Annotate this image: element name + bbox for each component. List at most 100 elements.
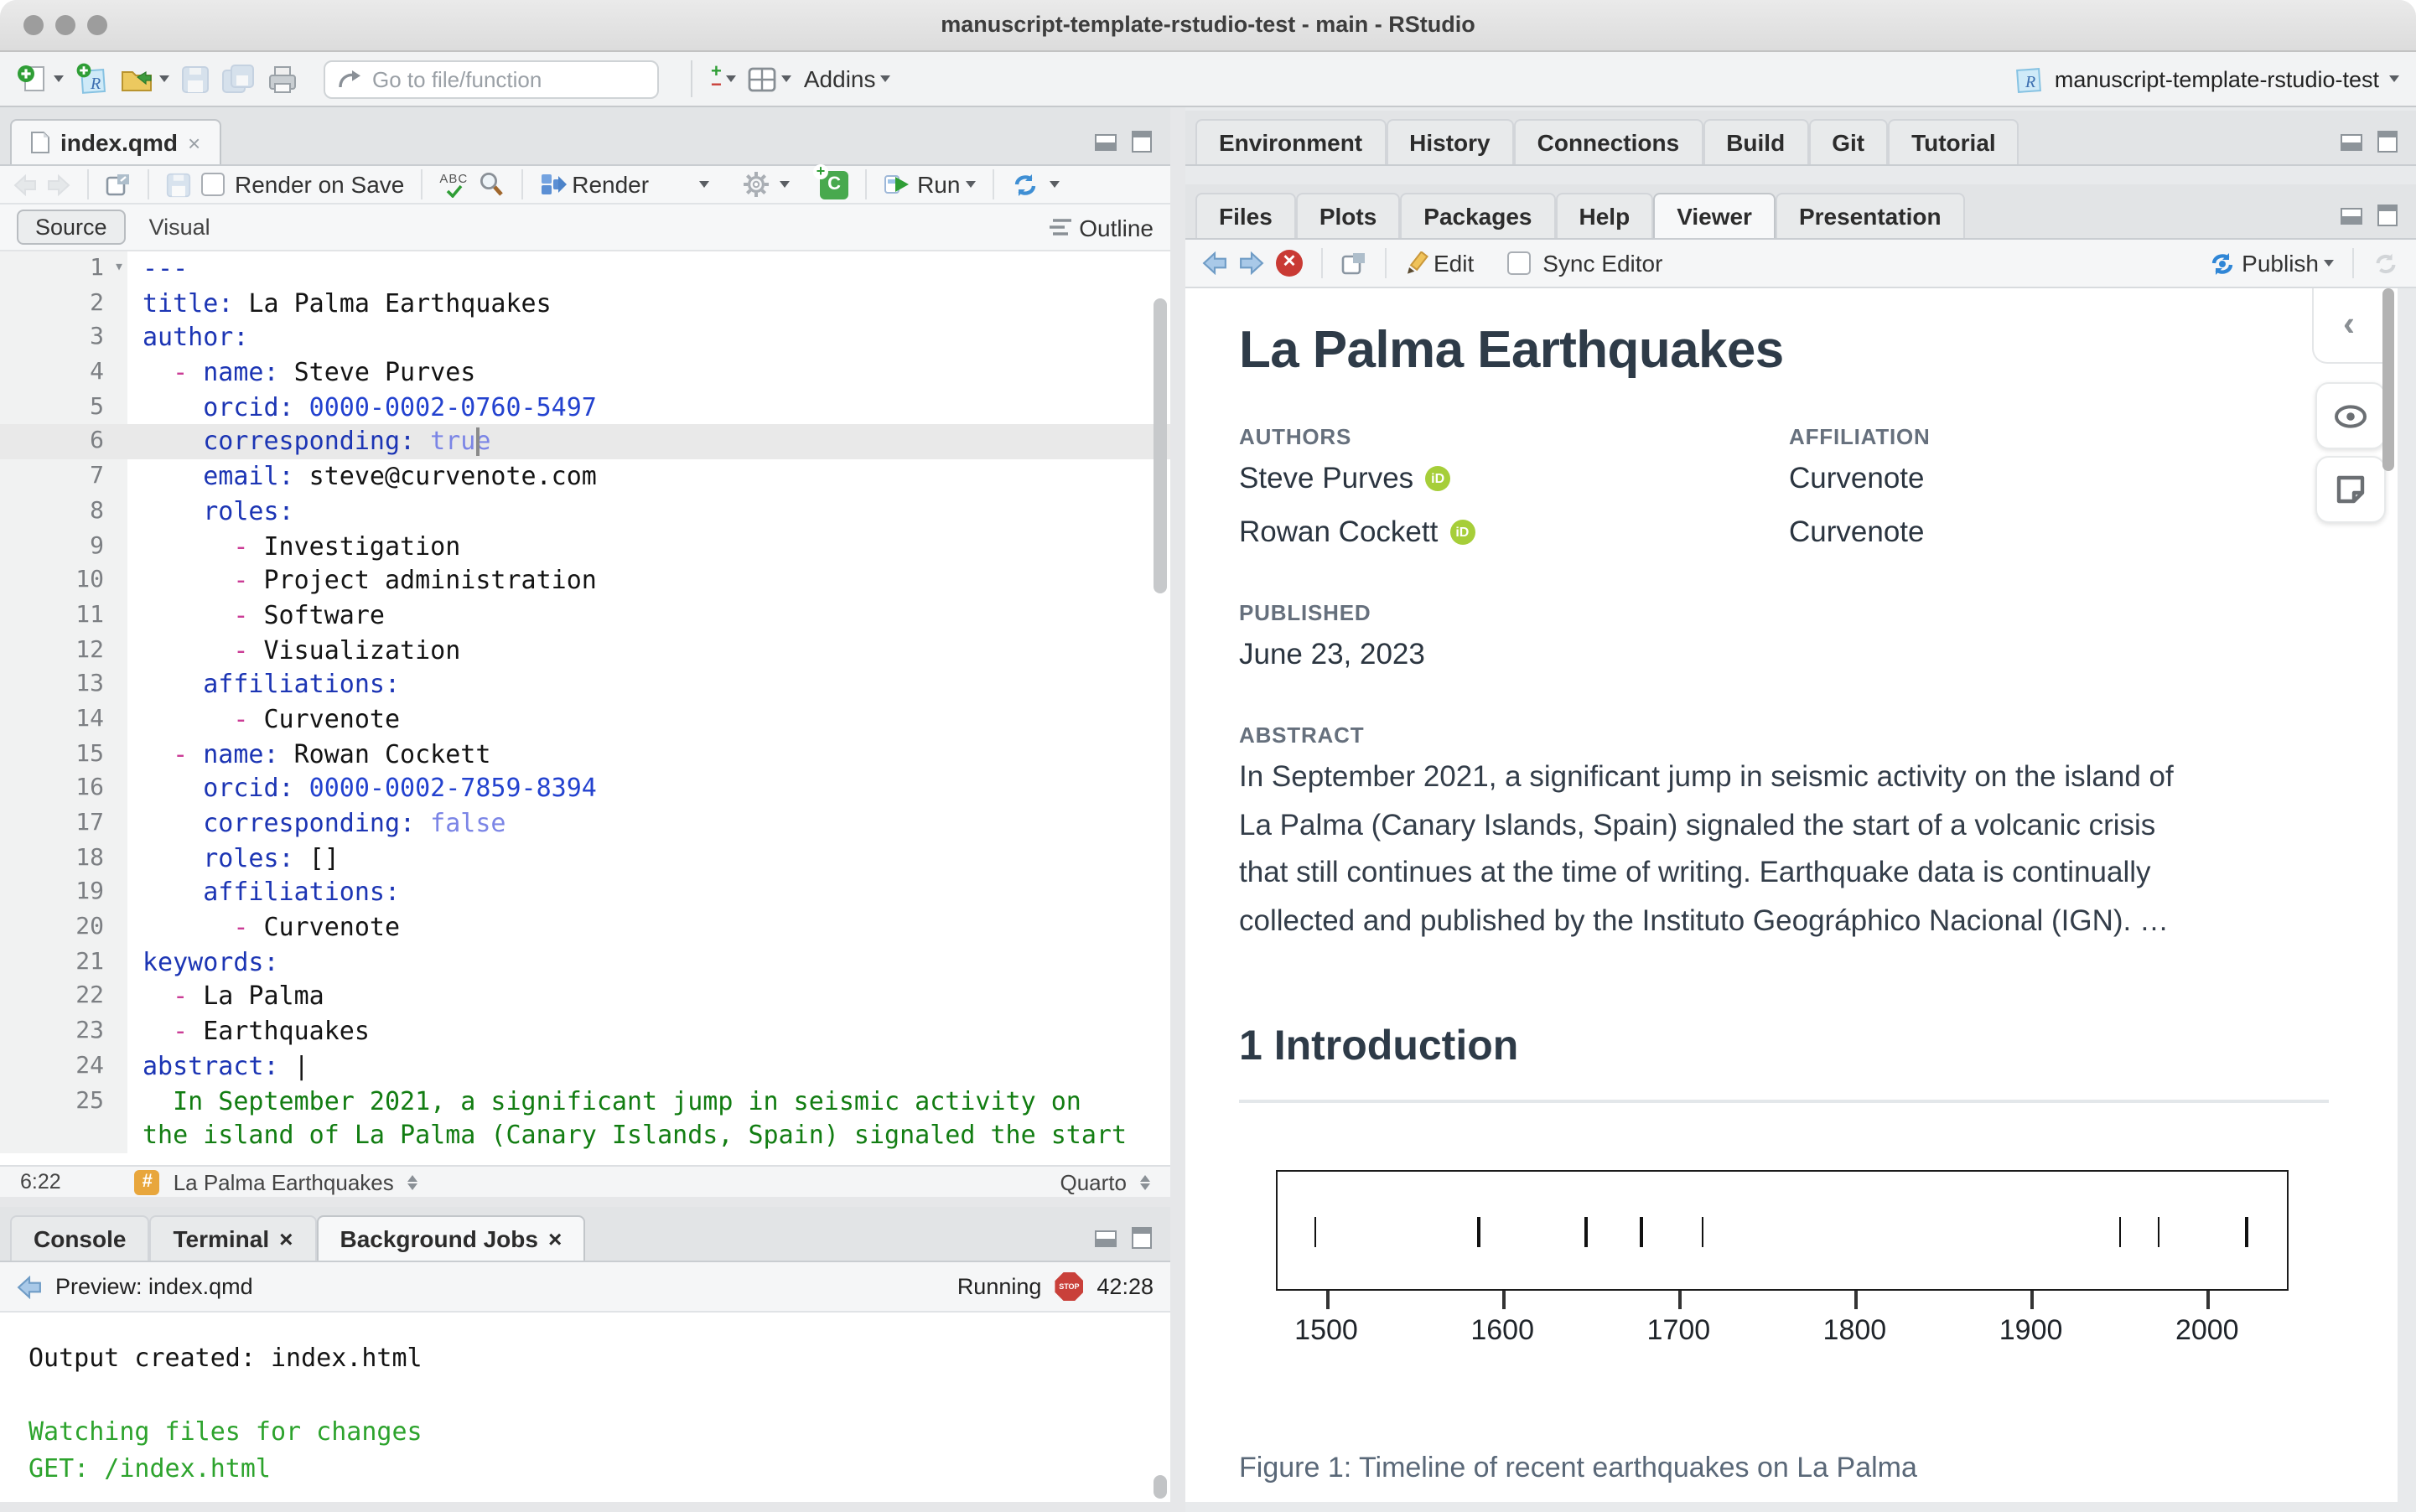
tab-history[interactable]: History xyxy=(1386,119,1514,164)
code-line[interactable]: 9 - Investigation xyxy=(0,529,1170,564)
code-line[interactable]: 25 In September 2021, a significant jump… xyxy=(0,1084,1170,1119)
tab-background-jobs[interactable]: Background Jobs × xyxy=(316,1215,586,1261)
tab-git[interactable]: Git xyxy=(1808,119,1889,164)
code-line[interactable]: 1 ▾ --- xyxy=(0,251,1170,287)
close-tab-icon[interactable]: × xyxy=(548,1225,562,1252)
editor-scrollbar[interactable] xyxy=(1154,298,1167,593)
clear-viewer-button[interactable]: ✕ xyxy=(1276,250,1303,277)
fold-toggle-icon[interactable]: ▾ xyxy=(114,251,124,286)
code-line[interactable]: 20 - Curvenote xyxy=(0,910,1170,945)
insert-chunk-button[interactable]: C + xyxy=(813,163,849,199)
minimize-pane-icon[interactable] xyxy=(1095,133,1117,150)
code-line[interactable]: 2 title: La Palma Earthquakes xyxy=(0,286,1170,321)
viewer-scrollbar[interactable] xyxy=(2382,288,2394,471)
workspace-panes-button[interactable] xyxy=(749,66,792,91)
addins-button[interactable]: Addins xyxy=(804,65,891,92)
project-selector[interactable]: R manuscript-template-rstudio-test xyxy=(2016,65,2399,93)
code-line[interactable]: 11 - Software xyxy=(0,598,1170,634)
tab-terminal[interactable]: Terminal × xyxy=(149,1215,317,1261)
code-line[interactable]: the island of La Palma (Canary Islands, … xyxy=(0,1118,1170,1153)
maximize-pane-icon[interactable] xyxy=(1132,131,1152,153)
back-icon[interactable] xyxy=(13,173,37,195)
edit-button[interactable]: Edit xyxy=(1405,250,1474,277)
code-line[interactable]: 6 corresponding: true xyxy=(0,424,1170,460)
code-line[interactable]: 4 - name: Steve Purves xyxy=(0,355,1170,391)
render-options-caret-icon[interactable] xyxy=(699,181,710,188)
visual-mode-button[interactable]: Visual xyxy=(149,215,210,240)
forward-icon[interactable] xyxy=(47,173,70,195)
collapse-panel-button[interactable]: ‹ xyxy=(2312,288,2384,364)
popout-icon[interactable] xyxy=(106,173,131,196)
tab-build[interactable]: Build xyxy=(1703,119,1809,164)
gear-icon[interactable] xyxy=(743,171,770,198)
popout-icon[interactable] xyxy=(1341,251,1366,275)
tab-help[interactable]: Help xyxy=(1555,193,1654,238)
maximize-pane-icon[interactable] xyxy=(2377,205,2398,226)
tab-environment[interactable]: Environment xyxy=(1195,119,1387,164)
save-all-button[interactable] xyxy=(221,64,255,94)
source-refresh-icon[interactable] xyxy=(1010,172,1039,197)
sync-editor-checkbox[interactable] xyxy=(1507,251,1532,275)
minimize-pane-icon[interactable] xyxy=(1095,1230,1117,1246)
section-selector[interactable]: La Palma Earthquakes xyxy=(174,1169,394,1194)
new-project-button[interactable]: R xyxy=(75,62,109,96)
viewer-forward-icon[interactable] xyxy=(1239,251,1264,275)
close-tab-icon[interactable]: × xyxy=(188,130,200,155)
tab-index-qmd[interactable]: index.qmd × xyxy=(10,119,221,164)
tab-packages[interactable]: Packages xyxy=(1400,193,1556,238)
render-on-save-checkbox[interactable] xyxy=(201,173,225,196)
orcid-icon[interactable]: iD xyxy=(1449,519,1475,545)
console-scrollbar[interactable] xyxy=(1154,1475,1167,1499)
minimize-pane-icon[interactable] xyxy=(2341,207,2362,224)
publish-button[interactable]: Publish xyxy=(2208,250,2334,277)
code-line[interactable]: 24 abstract: | xyxy=(0,1049,1170,1084)
visibility-button[interactable] xyxy=(2315,382,2386,449)
gear-caret-icon[interactable] xyxy=(780,181,791,188)
save-button[interactable] xyxy=(181,65,210,93)
tab-console[interactable]: Console xyxy=(10,1215,150,1261)
print-button[interactable] xyxy=(267,65,298,93)
maximize-pane-icon[interactable] xyxy=(1132,1227,1152,1249)
code-line[interactable]: 15 - name: Rowan Cockett xyxy=(0,737,1170,772)
tab-viewer[interactable]: Viewer xyxy=(1653,193,1776,238)
spellcheck-button[interactable]: ABC xyxy=(439,172,468,197)
save-icon[interactable] xyxy=(166,172,191,197)
code-editor[interactable]: 1 ▾ --- 2 title: La Palma Earthquakes 3 author… xyxy=(0,251,1170,1165)
stop-job-button[interactable]: STOP xyxy=(1055,1272,1084,1301)
minimize-pane-icon[interactable] xyxy=(2341,133,2362,150)
format-selector[interactable]: Quarto xyxy=(1060,1169,1128,1194)
annotate-button[interactable] xyxy=(2315,456,2386,523)
code-line[interactable]: 14 - Curvenote xyxy=(0,702,1170,738)
code-line[interactable]: 3 author: xyxy=(0,320,1170,356)
render-button[interactable]: Render xyxy=(540,171,649,198)
tab-tutorial[interactable]: Tutorial xyxy=(1888,119,2019,164)
code-line[interactable]: 10 - Project administration xyxy=(0,563,1170,598)
close-tab-icon[interactable]: × xyxy=(279,1225,293,1252)
code-line[interactable]: 8 roles: xyxy=(0,494,1170,529)
version-control-button[interactable]: + − xyxy=(711,63,737,95)
refresh-icon[interactable] xyxy=(2372,251,2399,276)
format-updown-icon[interactable] xyxy=(1140,1174,1150,1189)
code-line[interactable]: 7 email: steve@curvenote.com xyxy=(0,459,1170,495)
code-line[interactable]: 13 affiliations: xyxy=(0,667,1170,702)
code-line[interactable]: 22 - La Palma xyxy=(0,979,1170,1015)
code-line[interactable]: 16 orcid: 0000-0002-7859-8394 xyxy=(0,771,1170,806)
code-line[interactable]: 21 keywords: xyxy=(0,945,1170,980)
code-line[interactable]: 19 affiliations: xyxy=(0,875,1170,911)
code-line[interactable]: 23 - Earthquakes xyxy=(0,1014,1170,1049)
tab-plots[interactable]: Plots xyxy=(1295,193,1401,238)
find-replace-icon[interactable] xyxy=(478,171,505,198)
code-line[interactable]: 18 roles: [] xyxy=(0,841,1170,876)
console-output[interactable]: Output created: index.html Watching files… xyxy=(0,1313,1170,1502)
new-file-button[interactable] xyxy=(17,63,64,95)
run-button[interactable]: Run xyxy=(884,171,976,198)
open-file-button[interactable] xyxy=(121,65,169,93)
code-line[interactable]: 5 orcid: 0000-0002-0760-5497 xyxy=(0,390,1170,425)
tab-connections[interactable]: Connections xyxy=(1513,119,1703,164)
back-icon[interactable] xyxy=(17,1275,42,1298)
outline-button[interactable]: Outline xyxy=(1049,214,1154,241)
goto-file-function-input[interactable]: Go to file/function xyxy=(324,60,659,98)
code-line[interactable]: 12 - Visualization xyxy=(0,633,1170,668)
code-line[interactable]: 17 corresponding: false xyxy=(0,806,1170,841)
viewer-back-icon[interactable] xyxy=(1202,251,1227,275)
